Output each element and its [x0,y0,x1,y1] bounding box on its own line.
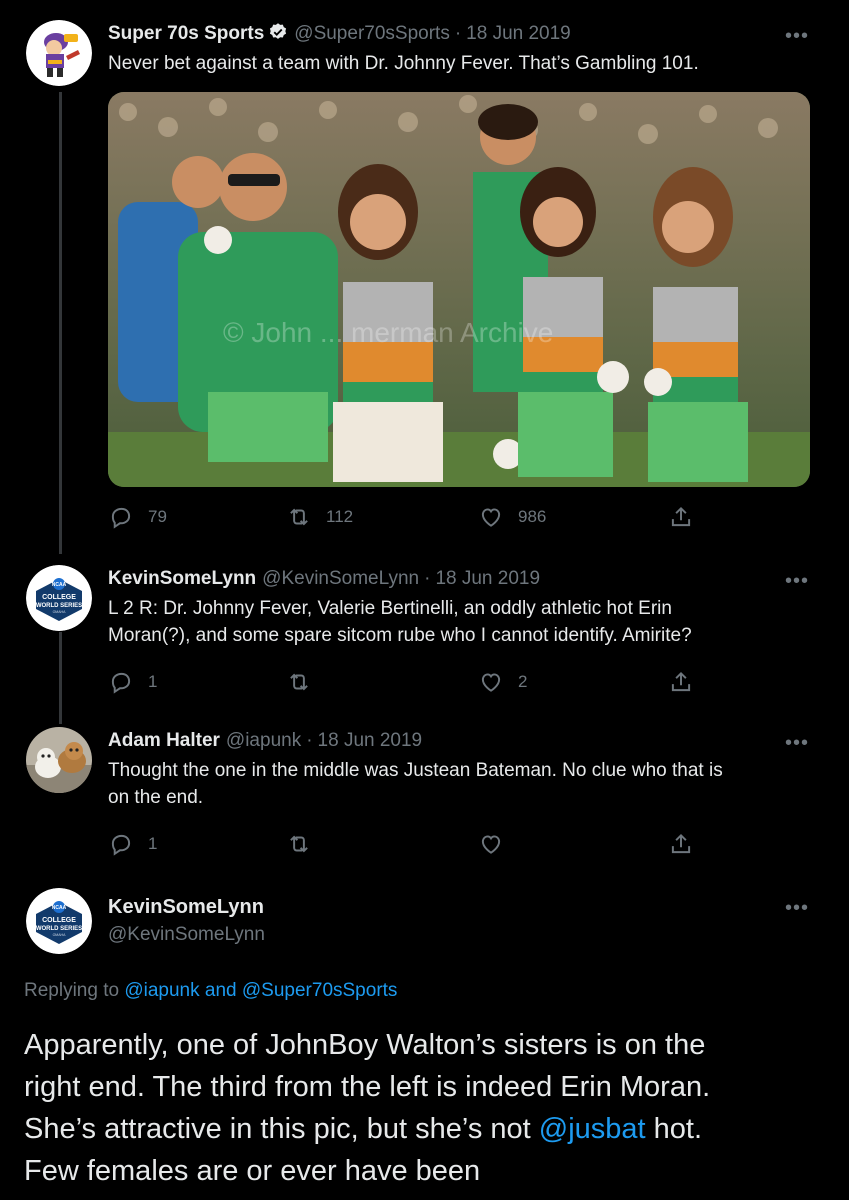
tweet-text-line: She’s attractive in this pic, but she’s … [24,1113,703,1145]
tweet-text-line: on the end. [108,787,204,808]
author-handle[interactable]: @KevinSomeLynn [262,568,419,589]
avatar[interactable] [26,20,92,86]
tweet-actions: 79 112 986 [108,502,708,532]
dogs-avatar-icon [26,727,92,793]
reply-icon [111,834,131,856]
svg-text:COLLEGE: COLLEGE [42,594,76,601]
svg-text:NCAA: NCAA [52,905,67,911]
reply-count: 1 [148,834,158,853]
mention-link[interactable]: @Super70sSports [242,980,398,1001]
tweet-adam-halter-reply[interactable]: Adam Halter @iapunk · 18 Jun 2019 ••• Thoug… [0,707,849,872]
author-handle[interactable]: @iapunk [226,730,301,751]
like-icon [481,835,501,854]
retweet-icon [290,835,308,853]
retweet-count: 112 [326,507,354,526]
tweet-text: Thought the one in the middle was Justea… [108,757,819,811]
separator-dot: · [454,23,462,44]
tweet-super70s[interactable]: Super 70s Sports @Super70sSports · 18 Jun 2… [0,0,849,545]
like-count: 986 [518,507,547,526]
tweet-text-line: Moran(?), and some spare sitcom rube who… [108,625,692,646]
focused-author-handle[interactable]: @KevinSomeLynn [108,924,265,946]
svg-text:OMAHA: OMAHA [53,610,67,614]
mention-link[interactable]: @iapunk [124,980,199,1001]
reply-count: 79 [148,507,167,526]
tweet-text-line: Thought the one in the middle was Justea… [108,760,723,781]
tweet-text-line: Apparently, one of JohnBoy Walton’s sist… [24,1029,706,1061]
retweet-button[interactable] [286,829,326,859]
like-button[interactable] [478,829,518,859]
svg-text:NCAA: NCAA [52,582,67,588]
tweet-date[interactable]: 18 Jun 2019 [318,730,423,751]
tweet-date[interactable]: 18 Jun 2019 [466,23,571,44]
tweet-text: L 2 R: Dr. Johnny Fever, Valerie Bertine… [108,595,819,649]
tweet-text-line: right end. The third from the left is in… [24,1071,711,1103]
tweet-actions: 1 2 [108,667,708,697]
more-options-icon[interactable]: ••• [785,26,809,46]
tweet-kevinsomelynn-reply[interactable]: NCAA COLLEGE WORLD SERIES OMAHA KevinSom… [0,545,849,725]
tweet-text-line: L 2 R: Dr. Johnny Fever, Valerie Bertine… [108,598,672,619]
avatar[interactable]: NCAA COLLEGE WORLD SERIES OMAHA [26,888,92,954]
svg-text:WORLD SERIES: WORLD SERIES [36,926,82,932]
separator-dot: · [306,730,313,751]
share-button[interactable] [668,829,708,859]
college-world-series-logo-icon: NCAA COLLEGE WORLD SERIES OMAHA [26,565,92,631]
focused-tweet-text: Apparently, one of JohnBoy Walton’s sist… [24,1024,824,1192]
svg-text:COLLEGE: COLLEGE [42,917,76,924]
photo-watermark: © John ... merman Archive [223,317,553,348]
retweet-icon [290,508,308,526]
tweet-date[interactable]: 18 Jun 2019 [435,568,540,589]
focused-author-name[interactable]: KevinSomeLynn [108,896,264,919]
share-icon [671,506,691,527]
author-name[interactable]: Super 70s Sports [108,23,264,44]
twitter-thread: Super 70s Sports @Super70sSports · 18 Jun 2… [0,0,849,1200]
svg-text:WORLD SERIES: WORLD SERIES [36,603,82,609]
author-handle[interactable]: @Super70sSports [294,23,450,44]
retweet-button[interactable] [286,667,326,697]
author-name[interactable]: KevinSomeLynn [108,568,256,589]
reply-button[interactable]: 1 [108,667,157,697]
reply-button[interactable]: 1 [108,829,157,859]
retweet-button[interactable]: 112 [286,502,353,532]
share-icon [671,671,691,692]
celebrity-softball-photo: © John ... merman Archive [108,92,810,487]
tweet-actions: 1 [108,829,708,859]
avatar[interactable] [26,727,92,793]
replying-to: Replying to @iapunk and @Super70sSports [24,980,398,1001]
more-options-icon[interactable]: ••• [785,571,809,591]
share-button[interactable] [668,667,708,697]
more-options-icon[interactable]: ••• [785,733,809,753]
like-count: 2 [518,672,528,691]
like-button[interactable]: 986 [478,502,546,532]
reply-count: 1 [148,672,158,691]
like-button[interactable]: 2 [478,667,527,697]
verified-badge-icon [268,22,288,49]
share-icon [671,833,691,854]
tweet-text: Never bet against a team with Dr. Johnny… [108,53,699,74]
reply-icon [111,507,131,529]
retweet-icon [290,673,308,691]
share-button[interactable] [668,502,708,532]
mascot-avatar-icon [26,20,92,86]
svg-text:OMAHA: OMAHA [53,933,67,937]
author-name[interactable]: Adam Halter [108,730,220,751]
college-world-series-logo-icon: NCAA COLLEGE WORLD SERIES OMAHA [26,888,92,954]
reply-button[interactable]: 79 [108,502,167,532]
avatar[interactable]: NCAA COLLEGE WORLD SERIES OMAHA [26,565,92,631]
mention-link[interactable]: @jusbat [539,1113,646,1145]
like-icon [481,673,501,692]
separator-dot: · [424,568,431,589]
like-icon [481,508,501,527]
tweet-photo[interactable]: © John ... merman Archive [108,92,810,487]
tweet-text-line: Few females are or ever have been [24,1155,481,1187]
more-options-icon[interactable]: ••• [785,898,809,918]
reply-icon [111,672,131,694]
